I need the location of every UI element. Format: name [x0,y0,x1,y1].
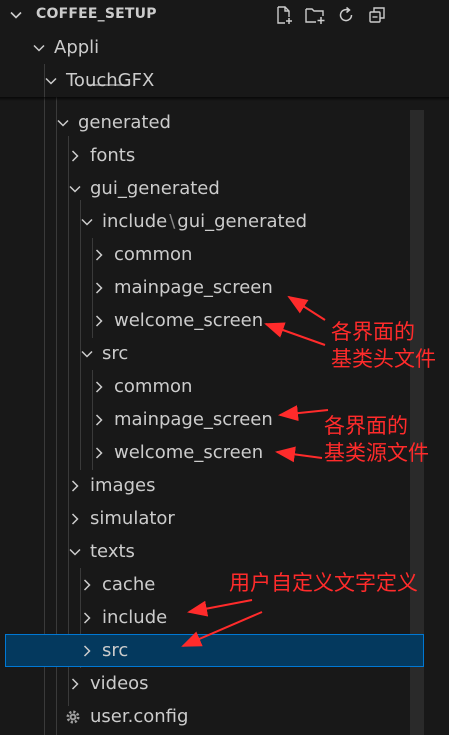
tree-folder-gui-generated[interactable]: gui_generated [0,172,424,205]
new-file-icon[interactable] [272,3,296,27]
chevron-right-icon[interactable] [90,312,108,330]
tree-item-label: cache [102,574,156,595]
annotation-source-files: 各界面的 基类源文件 [324,414,429,466]
tree-item-label: mainpage_screen [114,409,273,430]
tree-item-label: mainpage_screen [114,277,273,298]
chevron-right-icon[interactable] [66,510,84,528]
tree-item-label: fonts [90,145,136,166]
tree-item-label: simulator [90,508,175,529]
tree-folder-videos[interactable]: videos [0,667,424,700]
tree-folder-simulator[interactable]: simulator [0,502,424,535]
tree-folder-fonts[interactable]: fonts [0,139,424,172]
tree-item-label: videos [90,673,149,694]
chevron-down-icon[interactable] [42,72,60,90]
chevron-right-icon[interactable] [90,411,108,429]
tree-item-label: src [102,343,129,364]
tree-item-label: TouchGFX [66,70,155,91]
tree-item-label: welcome_screen [114,442,264,463]
chevron-down-icon[interactable] [8,7,24,27]
chevron-right-icon[interactable] [66,147,84,165]
tree-item-label: gui_generated [90,178,220,199]
refresh-icon[interactable] [334,3,358,27]
tree-item-label: common [114,376,193,397]
tree-folder-texts[interactable]: texts [0,535,424,568]
chevron-down-icon[interactable] [66,180,84,198]
chevron-down-icon[interactable] [78,213,96,231]
tree-folder-touchgfx[interactable]: TouchGFX [0,64,424,97]
tree-folder-texts-include[interactable]: include [0,601,424,634]
tree-item-label: images [90,475,156,496]
tree-folder-include-gui-generated[interactable]: include \ gui_generated [0,205,424,238]
new-folder-icon[interactable] [303,3,327,27]
chevron-down-icon[interactable] [66,543,84,561]
chevron-right-icon[interactable] [90,246,108,264]
chevron-down-icon[interactable] [30,39,48,57]
section-title: COFFEE_SETUP [36,6,157,22]
chevron-right-icon[interactable] [90,444,108,462]
chevron-right-icon[interactable] [78,576,96,594]
chevron-down-icon[interactable] [78,345,96,363]
annotation-line: 用户自定义文字定义 [229,571,418,595]
tree-item-label: welcome_screen [114,310,264,331]
chevron-right-icon[interactable] [66,675,84,693]
chevron-right-icon[interactable] [90,378,108,396]
annotation-line: 基类头文件 [331,347,436,371]
tree-file-user-config[interactable]: user.config [0,700,424,733]
chevron-right-icon[interactable] [66,477,84,495]
tree-item-label: common [114,244,193,265]
tree-item-label: generated [78,112,171,133]
explorer-actions [272,3,389,27]
chevron-right-icon[interactable] [90,279,108,297]
tree-item-label: Appli [54,37,100,58]
tree-folder-common[interactable]: common [0,238,424,271]
collapse-all-icon[interactable] [365,3,389,27]
tree-folder-mainpage-screen[interactable]: mainpage_screen [0,271,424,304]
chevron-right-icon[interactable] [78,609,96,627]
tree-folder-generated[interactable]: generated [0,106,424,139]
annotation-text-defs: 用户自定义文字定义 [229,571,418,596]
annotation-line: 各界面的 [324,414,408,438]
tree-folder-texts-src[interactable]: src [5,634,424,667]
chevron-down-icon[interactable] [54,114,72,132]
annotation-line: 各界面的 [331,320,415,344]
tree-item-label: user.config [90,706,189,727]
tree-item-label: texts [90,541,135,562]
sticky-scroll-shadow [0,97,449,101]
annotation-line: 基类源文件 [324,441,429,465]
gear-icon [64,708,82,726]
chevron-right-icon[interactable] [78,642,96,660]
tree-folder-images[interactable]: images [0,469,424,502]
tree-folder-appli[interactable]: Appli [0,31,424,64]
annotation-header-files: 各界面的 基类头文件 [331,320,436,372]
tree-item-label: gui_generated [177,211,308,232]
path-separator: \ [169,211,176,232]
tree-item-label: include [102,211,168,232]
tree-item-label: include [102,607,168,628]
tree-folder-src-common[interactable]: common [0,370,424,403]
tree-item-label: src [102,640,129,661]
